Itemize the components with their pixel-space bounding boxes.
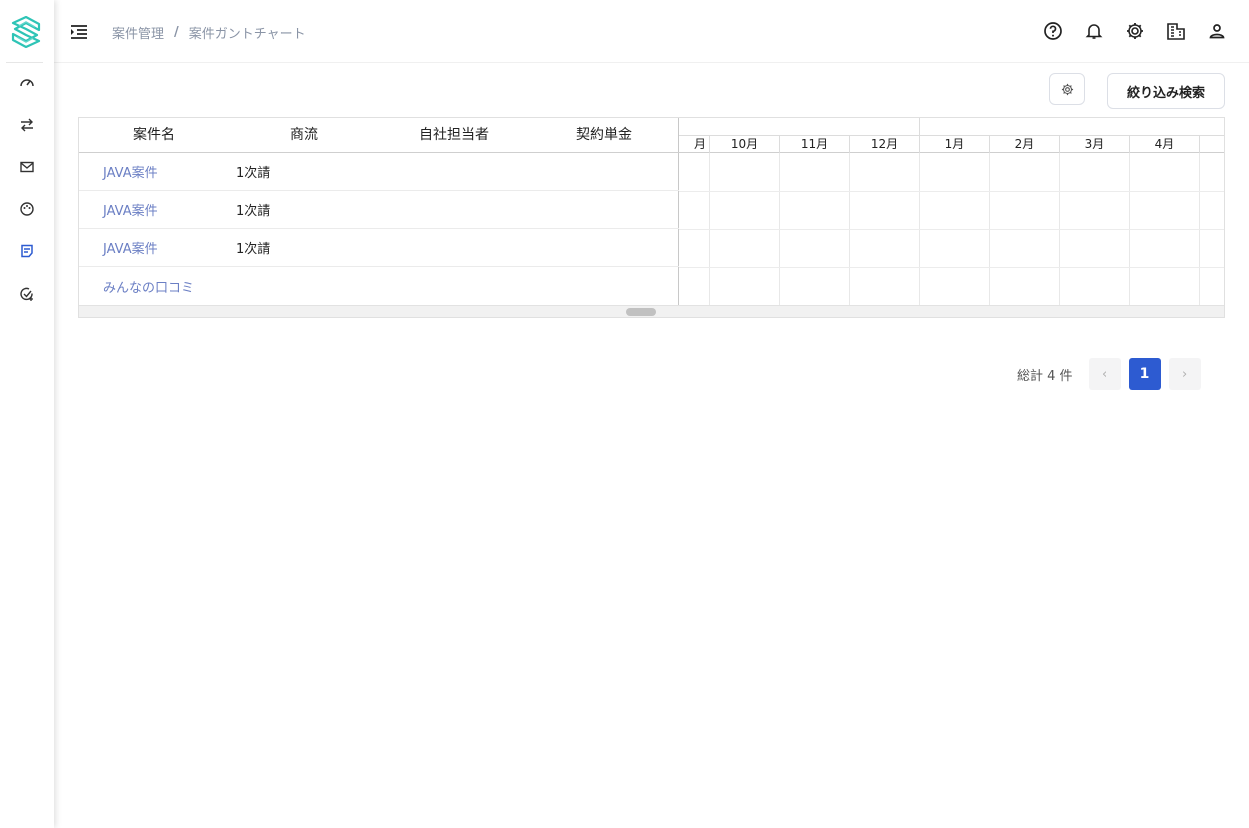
grid-row-line — [679, 191, 1224, 192]
column-settings-button[interactable] — [1049, 73, 1085, 105]
grid-row-line — [679, 267, 1224, 268]
timeline-year-row — [679, 118, 1224, 136]
sidebar-item-document[interactable] — [17, 241, 37, 261]
user-icon[interactable] — [1207, 21, 1227, 41]
month-label: 2月 — [990, 136, 1060, 153]
sidebar-item-palette[interactable] — [17, 199, 37, 219]
check-add-icon — [20, 287, 33, 301]
project-name-link[interactable]: JAVA案件 — [79, 200, 229, 219]
sidebar — [0, 0, 54, 828]
header-actions — [1043, 21, 1227, 41]
month-label: 4月 — [1130, 136, 1200, 153]
column-header-flow[interactable]: 商流 — [229, 118, 379, 152]
help-icon[interactable] — [1043, 21, 1063, 41]
breadcrumb-item-gantt-chart: 案件ガントチャート — [188, 27, 306, 42]
month-label: 3月 — [1060, 136, 1130, 153]
column-header-project-name[interactable]: 案件名 — [79, 118, 229, 152]
flow-cell: 1次請 — [236, 166, 271, 181]
sidebar-item-mail[interactable] — [17, 157, 37, 177]
total-count: 総計 4 件 — [1017, 368, 1073, 384]
project-name-link[interactable]: JAVA案件 — [79, 162, 229, 181]
flow-cell: 1次請 — [236, 204, 271, 219]
timeline: 月 10月 11月 12月 1月 2月 3月 4月 — [679, 118, 1224, 305]
month-label: 12月 — [850, 136, 920, 153]
project-name-link[interactable]: JAVA案件 — [79, 238, 229, 257]
palette-icon — [20, 202, 34, 216]
filter-search-button[interactable]: 絞り込み検索 — [1107, 73, 1225, 109]
next-page-button[interactable]: › — [1168, 358, 1201, 390]
year-divider — [919, 118, 920, 136]
column-header-owner[interactable]: 自社担当者 — [379, 118, 529, 152]
gantt-chart: 案件名 商流 自社担当者 契約単金 JAVA案件 1次請 JAVA案件 1次請 … — [78, 117, 1225, 318]
month-label: 1月 — [920, 136, 990, 153]
menu-toggle-icon[interactable] — [69, 22, 89, 42]
dashboard-icon — [20, 79, 34, 87]
column-header-price[interactable]: 契約単金 — [529, 118, 679, 152]
project-table: 案件名 商流 自社担当者 契約単金 JAVA案件 1次請 JAVA案件 1次請 … — [79, 118, 679, 305]
bell-icon[interactable] — [1084, 21, 1104, 41]
mail-icon — [20, 161, 34, 173]
transfer-icon — [21, 118, 33, 132]
horizontal-scrollbar[interactable] — [79, 305, 1224, 317]
sidebar-item-dashboard[interactable] — [17, 73, 37, 93]
breadcrumb-item-project-management[interactable]: 案件管理 — [112, 23, 164, 42]
gear-icon[interactable] — [1125, 21, 1145, 41]
prev-page-button[interactable]: ‹ — [1088, 358, 1121, 390]
flow-cell: 1次請 — [236, 242, 271, 257]
table-row[interactable]: JAVA案件 1次請 — [79, 191, 679, 229]
month-label: 10月 — [710, 136, 780, 153]
building-icon[interactable] — [1166, 21, 1186, 41]
sidebar-divider — [6, 62, 43, 63]
sidebar-item-transfer[interactable] — [17, 115, 37, 135]
pagination: 総計 4 件 ‹ 1 › — [1017, 358, 1201, 390]
logo-icon[interactable] — [11, 15, 41, 49]
breadcrumb-separator: / — [174, 25, 179, 40]
gear-icon — [1061, 83, 1073, 95]
table-row[interactable]: JAVA案件 1次請 — [79, 229, 679, 267]
scrollbar-thumb[interactable] — [626, 308, 656, 316]
table-row[interactable]: みんなの口コミ — [79, 267, 679, 305]
sidebar-item-check-add[interactable] — [17, 284, 37, 304]
table-row[interactable]: JAVA案件 1次請 — [79, 153, 679, 191]
top-header: 案件管理 / 案件ガントチャート — [54, 0, 1249, 63]
table-header: 案件名 商流 自社担当者 契約単金 — [79, 118, 679, 153]
page-button-current[interactable]: 1 — [1128, 358, 1161, 390]
breadcrumb: 案件管理 / 案件ガントチャート — [112, 23, 306, 42]
document-icon — [21, 244, 33, 258]
month-label: 11月 — [780, 136, 850, 153]
month-label: 月 — [679, 136, 710, 153]
grid-row-line — [679, 229, 1224, 230]
project-name-link[interactable]: みんなの口コミ — [79, 277, 229, 296]
